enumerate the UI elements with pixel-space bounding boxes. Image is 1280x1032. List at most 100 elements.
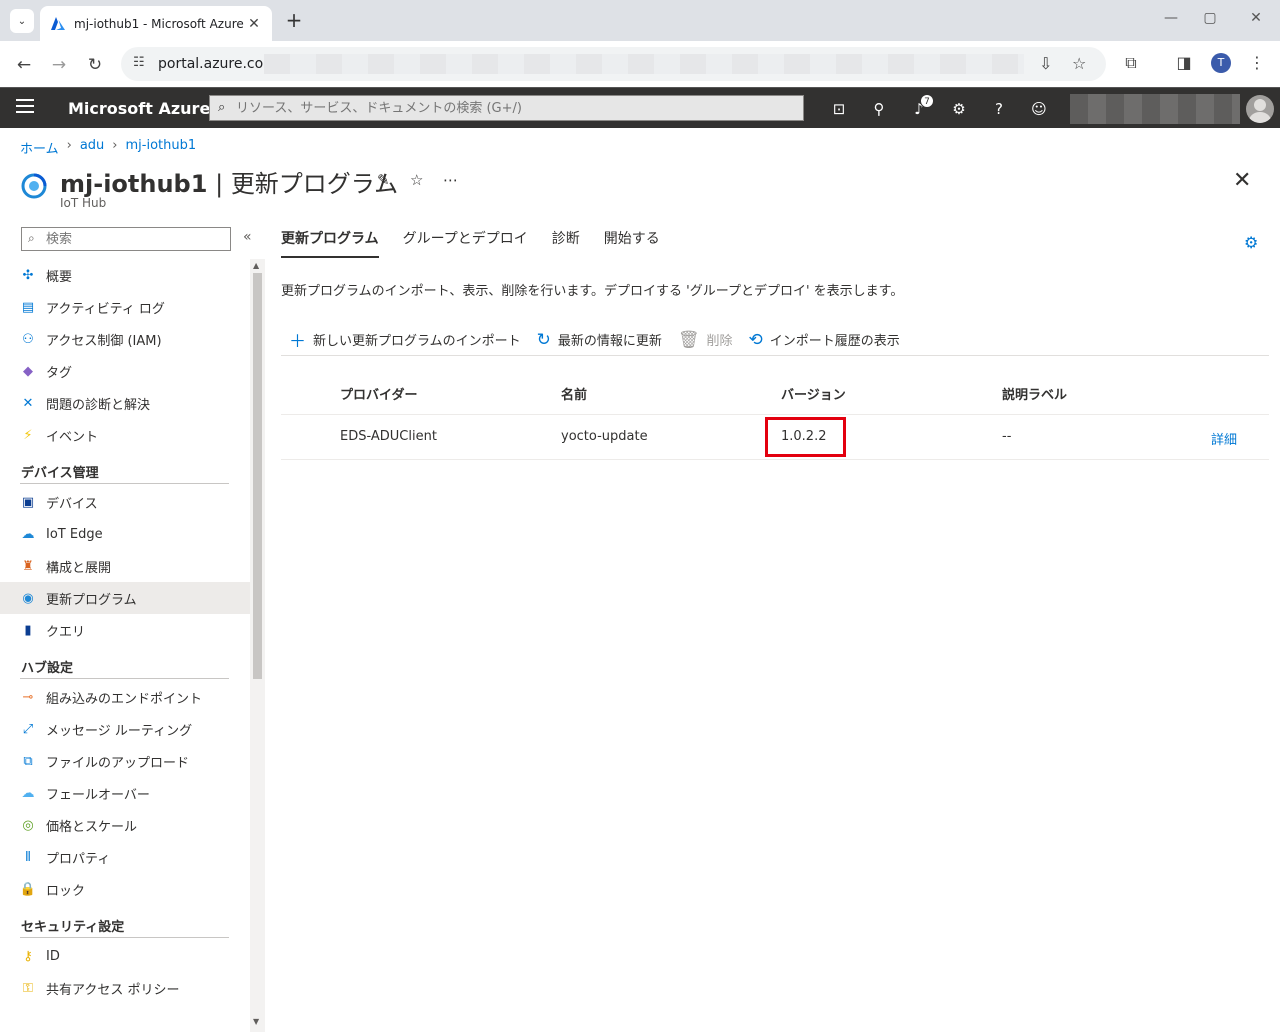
tab-close-icon[interactable]: ✕ bbox=[246, 16, 262, 32]
address-bar[interactable]: ☷ portal.azure.com/ ⇩ ☆ bbox=[121, 47, 1106, 81]
global-search-input[interactable] bbox=[236, 99, 796, 117]
sidebar-item-file-upload[interactable]: ⧉ ファイルのアップロード bbox=[0, 745, 250, 777]
tag-icon: ◆ bbox=[23, 363, 33, 379]
diagnose-icon: ✕ bbox=[22, 395, 34, 411]
cell-label: -- bbox=[1002, 429, 1012, 444]
sidebar-scrollbar[interactable]: ▲ ▼ bbox=[250, 259, 265, 1032]
azure-brand[interactable]: Microsoft Azure bbox=[68, 99, 210, 118]
global-search[interactable]: ⌕ bbox=[209, 95, 804, 121]
sidebar-item-activity-log[interactable]: ▤ アクティビティ ログ bbox=[0, 291, 250, 323]
sidebar-item-locks[interactable]: 🔒 ロック bbox=[0, 873, 250, 905]
url-redacted bbox=[264, 54, 1024, 74]
sidebar-item-pricing[interactable]: ◎ 価格とスケール bbox=[0, 809, 250, 841]
portal-menu-icon[interactable] bbox=[16, 99, 34, 117]
sidebar-item-diagnose[interactable]: ✕ 問題の診断と解決 bbox=[0, 387, 250, 419]
collapse-sidebar-icon[interactable]: « bbox=[243, 229, 252, 245]
user-avatar[interactable] bbox=[1246, 95, 1274, 123]
breadcrumb-resource[interactable]: mj-iothub1 bbox=[126, 138, 197, 157]
sidebar-item-properties[interactable]: ⦀ プロパティ bbox=[0, 841, 250, 873]
profile-avatar[interactable]: T bbox=[1211, 53, 1231, 73]
sidebar-item-events[interactable]: ⚡ イベント bbox=[0, 419, 250, 451]
scroll-down-icon[interactable]: ▼ bbox=[253, 1017, 259, 1026]
cell-provider: EDS-ADUClient bbox=[340, 429, 437, 444]
import-update-button[interactable]: ＋新しい更新プログラムのインポート bbox=[289, 327, 521, 352]
scroll-up-icon[interactable]: ▲ bbox=[253, 261, 259, 270]
blade-close-icon[interactable]: ✕ bbox=[1233, 168, 1251, 193]
sidebar-item-query[interactable]: ▮ クエリ bbox=[0, 614, 250, 646]
sidebar-item-updates[interactable]: ◉ 更新プログラム bbox=[0, 582, 250, 614]
sidebar-item-routing[interactable]: ⤢ メッセージ ルーティング bbox=[0, 713, 250, 745]
azure-header: Microsoft Azure ⌕ ⊡ ⚲ ♪ 7 ⚙ ? ☺ bbox=[0, 87, 1280, 128]
bookmark-star-icon[interactable]: ☆ bbox=[1072, 54, 1086, 73]
table-row[interactable]: EDS-ADUClient yocto-update 1.0.2.2 -- 詳細 bbox=[281, 415, 1269, 460]
account-redacted[interactable] bbox=[1070, 94, 1240, 124]
forward-icon[interactable]: → bbox=[47, 53, 71, 77]
configuration-icon: ♜ bbox=[22, 558, 34, 574]
details-link[interactable]: 詳細 bbox=[1211, 429, 1237, 448]
install-app-icon[interactable]: ⇩ bbox=[1039, 54, 1052, 73]
sidebar-item-tags[interactable]: ◆ タグ bbox=[0, 355, 250, 387]
endpoint-icon: ⊸ bbox=[22, 689, 34, 705]
extensions-icon[interactable]: ⧉ bbox=[1120, 53, 1142, 73]
side-panel-icon[interactable]: ◨ bbox=[1173, 53, 1195, 72]
table-header-row: プロバイダー 名前 バージョン 説明ラベル bbox=[281, 370, 1269, 415]
tab-updates[interactable]: 更新プログラム bbox=[281, 228, 379, 258]
sidebar-item-configuration[interactable]: ♜ 構成と展開 bbox=[0, 550, 250, 582]
back-icon[interactable]: ← bbox=[12, 53, 36, 77]
resource-type: IoT Hub bbox=[60, 196, 107, 210]
browser-tabstrip: ⌄ mj-iothub1 - Microsoft Azure ✕ + — ▢ ✕ bbox=[0, 0, 1280, 41]
breadcrumb-resource-group[interactable]: adu bbox=[80, 138, 104, 157]
sidebar-item-endpoints[interactable]: ⊸ 組み込みのエンドポイント bbox=[0, 681, 250, 713]
window-close-icon[interactable]: ✕ bbox=[1246, 10, 1266, 26]
sidebar-item-iam[interactable]: ⚇ アクセス制御 (IAM) bbox=[0, 323, 250, 355]
column-header-provider[interactable]: プロバイダー bbox=[340, 384, 417, 403]
site-info-icon[interactable]: ☷ bbox=[133, 55, 145, 70]
query-icon: ▮ bbox=[24, 622, 32, 638]
sidebar-search[interactable]: ⌕ bbox=[21, 227, 231, 251]
maximize-icon[interactable]: ▢ bbox=[1200, 10, 1220, 26]
settings-gear-icon[interactable]: ⚙ bbox=[1244, 233, 1258, 252]
updates-table: プロバイダー 名前 バージョン 説明ラベル EDS-ADUClient yoct… bbox=[281, 370, 1269, 460]
reload-icon[interactable]: ↻ bbox=[83, 53, 107, 77]
sidebar-item-iot-edge[interactable]: ☁ IoT Edge bbox=[0, 518, 250, 550]
pin-icon[interactable]: ✎ bbox=[377, 171, 390, 189]
page-description: 更新プログラムのインポート、表示、削除を行います。デプロイする 'グループとデプ… bbox=[281, 284, 904, 299]
feedback-icon[interactable]: ☺ bbox=[1028, 98, 1050, 120]
minimize-icon[interactable]: — bbox=[1161, 10, 1181, 26]
sidebar-item-identity[interactable]: ⚷ ID bbox=[0, 940, 250, 972]
history-icon: ⟲ bbox=[748, 329, 763, 350]
column-header-name[interactable]: 名前 bbox=[561, 384, 587, 403]
new-tab-button[interactable]: + bbox=[283, 9, 305, 31]
plus-icon: ＋ bbox=[289, 332, 306, 352]
breadcrumb-home[interactable]: ホーム bbox=[20, 138, 59, 157]
help-icon[interactable]: ? bbox=[988, 98, 1010, 120]
tab-diagnostics[interactable]: 診断 bbox=[552, 228, 580, 258]
favorite-star-icon[interactable]: ☆ bbox=[410, 171, 423, 189]
settings-gear-icon[interactable]: ⚙ bbox=[948, 98, 970, 120]
tab-search-button[interactable]: ⌄ bbox=[10, 9, 34, 33]
delete-button[interactable]: 🗑 削除 bbox=[678, 330, 733, 350]
overview-icon: ✣ bbox=[22, 267, 34, 283]
column-header-label[interactable]: 説明ラベル bbox=[1002, 384, 1067, 403]
scrollbar-thumb[interactable] bbox=[253, 273, 262, 679]
notification-badge: 7 bbox=[920, 94, 934, 108]
column-header-version[interactable]: バージョン bbox=[781, 384, 846, 403]
sidebar-item-devices[interactable]: ▣ デバイス bbox=[0, 486, 250, 518]
sidebar-item-failover[interactable]: ☁ フェールオーバー bbox=[0, 777, 250, 809]
directory-filter-icon[interactable]: ⚲ bbox=[868, 98, 890, 120]
tab-groups-deployments[interactable]: グループとデプロイ bbox=[403, 228, 528, 258]
page-title: mj-iothub1 | 更新プログラム bbox=[60, 164, 398, 199]
browser-tab[interactable]: mj-iothub1 - Microsoft Azure ✕ bbox=[40, 6, 272, 41]
cloud-shell-icon[interactable]: ⊡ bbox=[828, 98, 850, 120]
sidebar-item-shared-access[interactable]: ⚿ 共有アクセス ポリシー bbox=[0, 972, 250, 1004]
browser-menu-icon[interactable]: ⋮ bbox=[1246, 53, 1268, 72]
command-bar: ＋新しい更新プログラムのインポート ↻ 最新の情報に更新 🗑 削除 ⟲ インポート履歴… bbox=[281, 324, 1269, 356]
refresh-button[interactable]: ↻ 最新の情報に更新 bbox=[537, 330, 662, 350]
import-history-button[interactable]: ⟲ インポート履歴の表示 bbox=[749, 330, 900, 350]
tab-get-started[interactable]: 開始する bbox=[604, 228, 660, 258]
sidebar-item-overview[interactable]: ✣ 概要 bbox=[0, 259, 250, 291]
more-options-icon[interactable]: ⋯ bbox=[443, 171, 458, 189]
sidebar-search-input[interactable] bbox=[46, 231, 226, 247]
breadcrumb: ホーム › adu › mj-iothub1 bbox=[20, 138, 196, 157]
iam-icon: ⚇ bbox=[22, 331, 34, 347]
